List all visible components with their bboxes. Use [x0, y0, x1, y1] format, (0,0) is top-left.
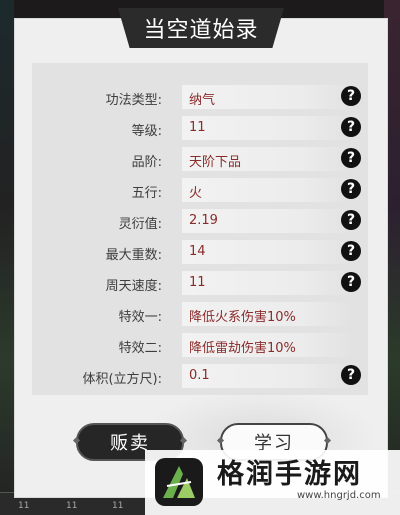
help-icon[interactable]: ? — [341, 117, 361, 137]
attribute-row: 特效一: 降低火系伤害10% — [32, 302, 368, 326]
help-icon[interactable]: ? — [341, 241, 361, 261]
help-icon[interactable]: ? — [341, 148, 361, 168]
help-icon[interactable]: ? — [341, 365, 361, 385]
attribute-value: 11 — [189, 120, 206, 135]
attribute-label: 特效二: — [118, 341, 162, 356]
help-icon[interactable]: ? — [341, 179, 361, 199]
help-icon[interactable]: ? — [341, 86, 361, 106]
watermark-url: www.hngrjd.com — [297, 490, 381, 501]
attribute-label: 品阶: — [131, 155, 162, 170]
slot-number: 11 — [112, 501, 124, 511]
attribute-value: 天阶下品 — [189, 155, 242, 170]
background-left-edge — [0, 0, 14, 515]
watermark-logo-icon — [155, 458, 203, 506]
attribute-list: 功法类型: 纳气 ? 等级: 11 ? 品阶: 天阶下品 ? 五行: 火 ? 灵… — [32, 63, 368, 395]
attribute-value: 14 — [189, 244, 206, 259]
attribute-value-box — [182, 116, 352, 140]
attribute-row: 灵衍值: 2.19 ? — [32, 209, 368, 233]
help-icon[interactable]: ? — [341, 210, 361, 230]
attribute-label: 体积(立方尺): — [82, 372, 162, 387]
watermark: 格润手游网 www.hngrjd.com — [145, 450, 400, 515]
slot-number: 11 — [66, 501, 78, 511]
panel-title: 当空道始录 — [143, 18, 259, 43]
attribute-label: 等级: — [131, 124, 162, 139]
attribute-row: 等级: 11 ? — [32, 116, 368, 140]
attribute-value-box — [182, 178, 352, 202]
attribute-value-box — [182, 271, 352, 295]
attribute-value: 11 — [189, 275, 206, 290]
title-bar: 当空道始录 — [118, 8, 284, 48]
watermark-title: 格润手游网 — [217, 459, 362, 490]
attribute-row: 最大重数: 14 ? — [32, 240, 368, 264]
attribute-row: 体积(立方尺): 0.1 ? — [32, 364, 368, 388]
attribute-label: 功法类型: — [105, 93, 162, 108]
attribute-label: 周天速度: — [105, 279, 162, 294]
attribute-value: 2.19 — [189, 213, 218, 228]
attribute-value: 降低火系伤害10% — [189, 310, 296, 325]
attribute-label: 灵衍值: — [118, 217, 162, 232]
attribute-label: 特效一: — [118, 310, 162, 325]
attribute-value: 降低雷劫伤害10% — [189, 341, 296, 356]
attribute-row: 五行: 火 ? — [32, 178, 368, 202]
attribute-label: 最大重数: — [105, 248, 162, 263]
attribute-value-box — [182, 240, 352, 264]
attribute-row: 功法类型: 纳气 ? — [32, 85, 368, 109]
help-icon[interactable]: ? — [341, 272, 361, 292]
attribute-row: 周天速度: 11 ? — [32, 271, 368, 295]
attribute-label: 五行: — [131, 186, 162, 201]
attribute-row: 品阶: 天阶下品 ? — [32, 147, 368, 171]
slot-number: 11 — [18, 501, 30, 511]
attribute-row: 特效二: 降低雷劫伤害10% — [32, 333, 368, 357]
attribute-value: 0.1 — [189, 368, 210, 383]
sell-button-label: 贩卖 — [110, 433, 150, 454]
attribute-value: 火 — [189, 186, 203, 201]
attribute-value: 纳气 — [189, 93, 216, 108]
